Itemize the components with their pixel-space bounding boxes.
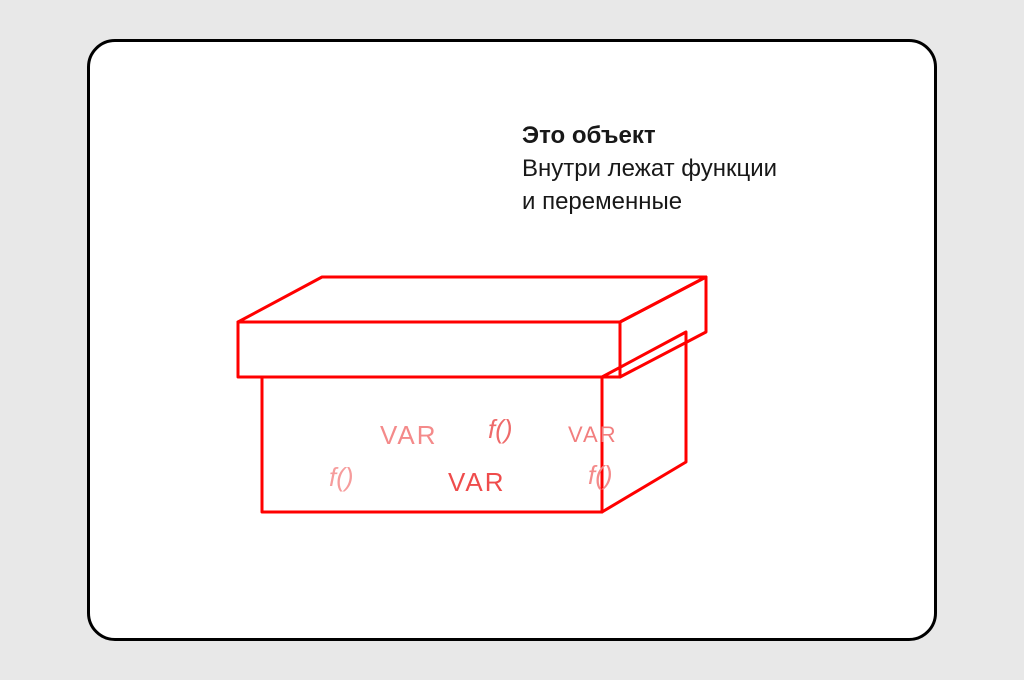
box-function-label: f() — [588, 460, 613, 491]
subtitle-line-1: Внутри лежат функции — [522, 155, 777, 182]
diagram-card: Это объект Внутри лежат функции и переме… — [87, 39, 937, 641]
diagram-title: Это объект — [522, 120, 902, 151]
diagram-subtitle: Внутри лежат функции и переменные — [522, 153, 902, 218]
description-block: Это объект Внутри лежат функции и переме… — [522, 120, 902, 218]
box-function-label: f() — [329, 462, 354, 493]
box-var-label: VAR — [448, 467, 506, 498]
box-icon — [220, 267, 720, 547]
subtitle-line-2: и переменные — [522, 188, 682, 215]
box-var-label: VAR — [380, 420, 438, 451]
box-function-label: f() — [488, 414, 513, 445]
box-var-label: VAR — [568, 422, 618, 448]
